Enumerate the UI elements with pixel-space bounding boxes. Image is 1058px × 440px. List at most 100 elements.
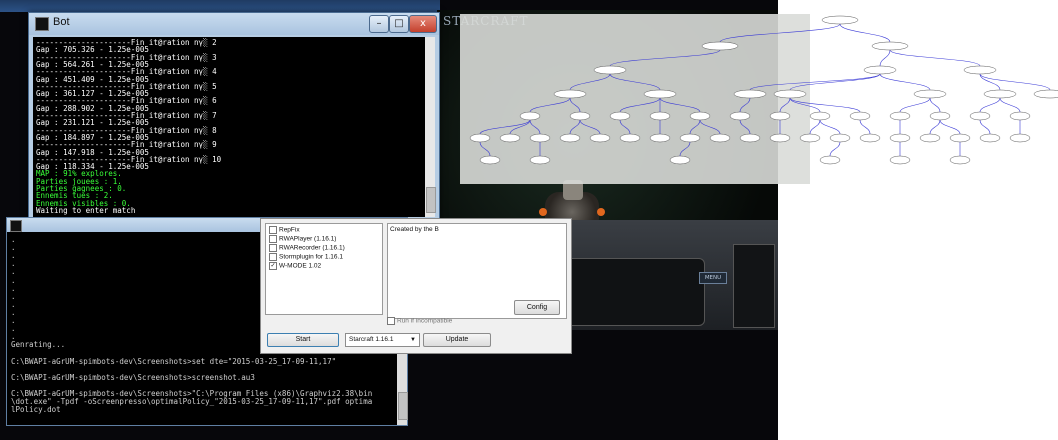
chaoslauncher-window[interactable]: RepFix RWAPlayer (1.16.1) RWARecorder (1.1… xyxy=(260,218,572,354)
scrollbar-thumb[interactable] xyxy=(398,392,408,420)
plugin-label: Stormplugin for 1.16.1 xyxy=(279,253,343,261)
graph-node xyxy=(859,133,881,143)
graph-node xyxy=(529,133,551,143)
scrollbar-thumb[interactable] xyxy=(426,187,436,213)
console-line: Waiting to enter match xyxy=(36,205,136,215)
scrollbar[interactable] xyxy=(425,37,436,217)
graph-node xyxy=(913,89,947,99)
plugin-checkbox[interactable] xyxy=(269,253,277,261)
graph-node xyxy=(733,89,767,99)
graph-edge xyxy=(819,119,841,135)
graph-node xyxy=(969,111,991,121)
plugin-item[interactable]: ✓ W-MODE 1.02 xyxy=(269,262,321,270)
cmd-icon xyxy=(10,220,22,232)
graph-node xyxy=(739,133,761,143)
graph-node xyxy=(649,111,671,121)
run-incompatible-checkbox[interactable]: Run if incompatible xyxy=(387,317,452,325)
graph-node xyxy=(701,41,739,51)
run-incompatible-label: Run if incompatible xyxy=(397,317,453,325)
plugin-checkbox[interactable] xyxy=(269,244,277,252)
plugin-label: RWARecorder (1.16.1) xyxy=(279,244,345,252)
plugin-checkbox[interactable] xyxy=(269,226,277,234)
graph-edge xyxy=(979,119,991,135)
graph-edge xyxy=(809,119,821,135)
graph-node xyxy=(829,133,851,143)
graph-node xyxy=(929,111,951,121)
maximize-button[interactable]: □ xyxy=(389,15,409,33)
graph-edge xyxy=(999,97,1021,113)
graph-node xyxy=(669,155,691,165)
graph-edge xyxy=(889,49,981,67)
plugin-checkbox[interactable] xyxy=(269,235,277,243)
graph-node xyxy=(963,65,997,75)
graph-node xyxy=(643,89,677,99)
graph-node xyxy=(949,155,971,165)
graph-edge xyxy=(939,119,961,135)
graph-node xyxy=(689,111,711,121)
window-title: Bot xyxy=(53,16,70,28)
console-line: lPolicy.dot xyxy=(11,405,61,415)
command-card[interactable] xyxy=(733,244,775,328)
graph-node xyxy=(559,133,581,143)
graph-node xyxy=(589,133,611,143)
config-button[interactable]: Config xyxy=(514,300,560,315)
graph-edge xyxy=(859,119,871,135)
menu-button[interactable]: MENU xyxy=(699,272,727,284)
console-icon xyxy=(35,17,49,31)
graph-node xyxy=(499,133,521,143)
graph-node xyxy=(593,65,627,75)
policy-graph xyxy=(460,14,1058,184)
update-button[interactable]: Update xyxy=(423,333,491,347)
minimize-button[interactable]: – xyxy=(369,15,389,33)
bot-titlebar[interactable]: Bot – □ x xyxy=(29,13,439,35)
graph-node xyxy=(649,133,671,143)
graph-node xyxy=(609,111,631,121)
graph-node xyxy=(889,111,911,121)
graph-node xyxy=(529,155,551,165)
plugin-item[interactable]: RWARecorder (1.16.1) xyxy=(269,244,345,252)
start-button[interactable]: Start xyxy=(267,333,339,347)
plugin-checkbox[interactable]: ✓ xyxy=(269,262,277,270)
checkbox[interactable] xyxy=(387,317,395,325)
plugin-item[interactable]: Stormplugin for 1.16.1 xyxy=(269,253,343,261)
console-line: \dot.exe" -Tpdf -oScreenpresso\optimalPo… xyxy=(11,397,373,406)
graph-node xyxy=(809,111,831,121)
graph-node xyxy=(769,111,791,121)
graph-node xyxy=(773,89,807,99)
version-select-value: Starcraft 1.16.1 xyxy=(349,336,394,343)
description-text: Created by the B xyxy=(390,226,439,233)
plugin-description: Created by the B Config xyxy=(387,223,567,319)
graph-node xyxy=(619,133,641,143)
plugin-label: RepFix xyxy=(279,226,300,234)
graph-node xyxy=(979,133,1001,143)
graph-node xyxy=(1033,89,1058,99)
graph-node xyxy=(1009,133,1031,143)
graph-node xyxy=(871,41,909,51)
close-button[interactable]: x xyxy=(409,15,437,33)
taskbar-strip xyxy=(0,0,440,12)
graph-node xyxy=(519,111,541,121)
graph-edge xyxy=(899,97,931,113)
plugin-item[interactable]: RepFix xyxy=(269,226,300,234)
graph-node xyxy=(821,15,859,25)
graph-edge xyxy=(879,49,891,67)
bot-console-output[interactable]: ---------------------Fin it@ration nγ░ 2… xyxy=(33,37,425,217)
graph-edge xyxy=(929,97,941,113)
version-select[interactable]: Starcraft 1.16.1 ▼ xyxy=(345,333,420,347)
graph-node xyxy=(849,111,871,121)
graph-node xyxy=(799,133,821,143)
plugin-label: W-MODE 1.02 xyxy=(279,262,322,270)
graph-node xyxy=(479,155,501,165)
graph-node xyxy=(889,155,911,165)
graph-edge xyxy=(829,141,841,157)
console-line: Genrating... xyxy=(11,340,66,350)
bot-console-window[interactable]: Bot – □ x ---------------------Fin it@ra… xyxy=(28,12,440,224)
plugin-item[interactable]: RWAPlayer (1.16.1) xyxy=(269,235,336,243)
graph-node xyxy=(569,111,591,121)
graph-edge xyxy=(979,97,1001,113)
graph-edge xyxy=(929,119,941,135)
graph-node xyxy=(919,133,941,143)
graph-node xyxy=(1009,111,1031,121)
graph-node xyxy=(469,133,491,143)
plugin-list[interactable]: RepFix RWAPlayer (1.16.1) RWARecorder (1.1… xyxy=(265,223,383,315)
